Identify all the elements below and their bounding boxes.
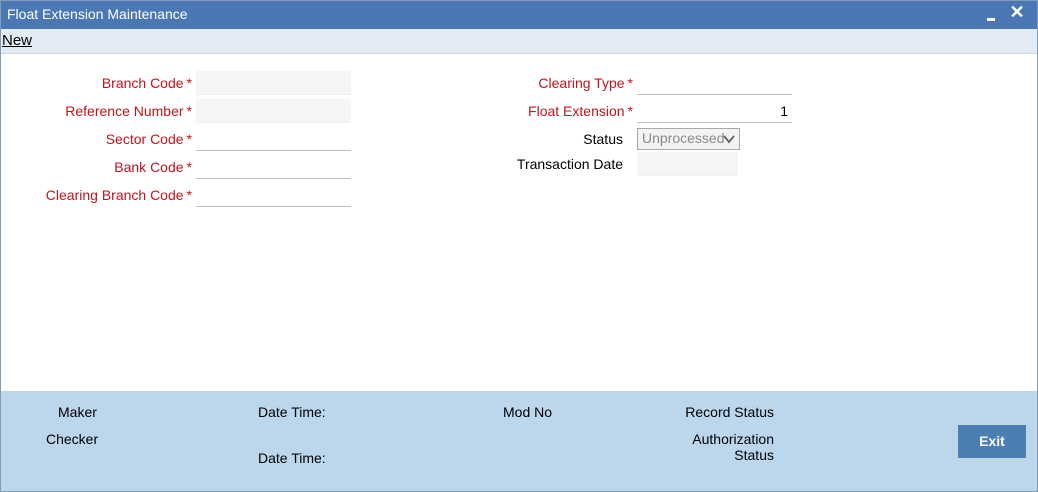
window-title: Float Extension Maintenance: [7, 6, 188, 22]
close-icon[interactable]: ✕: [1009, 2, 1025, 22]
sector-code-label-text: Sector Code: [105, 131, 184, 147]
float-extension-label: Float Extension *: [528, 103, 633, 119]
record-status-label: Record Status: [685, 404, 774, 420]
clearing-branch-code-field[interactable]: [196, 183, 351, 207]
status-select-value: Unprocessed: [642, 130, 725, 146]
transaction-date-field[interactable]: [637, 152, 738, 176]
mod-no-label: Mod No: [503, 404, 553, 420]
sector-code-label: Sector Code *: [106, 131, 192, 147]
sector-code-field[interactable]: [196, 127, 351, 151]
reference-number-field[interactable]: [196, 99, 351, 123]
checker-date-time-label: Date Time:: [258, 450, 326, 466]
clearing-branch-code-label-text: Clearing Branch Code: [45, 187, 184, 203]
required-marker: *: [627, 103, 633, 119]
authorization-status-label: Status: [734, 447, 774, 463]
branch-code-field[interactable]: [196, 71, 351, 95]
reference-number-label-text: Reference Number: [65, 103, 184, 119]
menu-bar: New: [1, 29, 1037, 54]
required-marker: *: [186, 75, 192, 91]
clearing-type-label-text: Clearing Type: [538, 75, 625, 91]
reference-number-label: Reference Number *: [65, 103, 192, 119]
new-link[interactable]: New: [2, 32, 32, 49]
clearing-branch-code-label: Clearing Branch Code *: [46, 187, 192, 203]
required-marker: *: [186, 103, 192, 119]
checker-label: Checker: [46, 431, 99, 447]
branch-code-label: Branch Code *: [102, 75, 192, 91]
clearing-type-label: Clearing Type *: [538, 75, 633, 91]
float-extension-window: Float Extension Maintenance ✕ New Branch…: [0, 0, 1038, 492]
transaction-date-label: Transaction Date: [516, 156, 623, 172]
required-marker: *: [186, 159, 192, 175]
authorization-label: Authorization: [692, 431, 774, 447]
required-marker: *: [186, 131, 192, 147]
clearing-type-field[interactable]: [637, 71, 792, 95]
float-extension-label-text: Float Extension: [528, 103, 625, 119]
exit-button[interactable]: Exit: [958, 425, 1026, 458]
status-select[interactable]: Unprocessed: [637, 128, 740, 150]
status-label: Status: [583, 131, 623, 147]
required-marker: *: [186, 187, 192, 203]
required-marker: *: [627, 75, 633, 91]
bank-code-label-text: Bank Code: [114, 159, 184, 175]
audit-footer: Maker Checker Date Time: Date Time: Mod …: [1, 391, 1037, 491]
maker-label: Maker: [58, 404, 97, 420]
bank-code-label: Bank Code *: [114, 159, 192, 175]
title-bar: Float Extension Maintenance ✕: [1, 1, 1037, 29]
bank-code-field[interactable]: [196, 155, 351, 179]
minimize-icon[interactable]: [985, 7, 999, 23]
float-extension-field[interactable]: [637, 99, 792, 123]
maker-date-time-label: Date Time:: [258, 404, 326, 420]
chevron-down-icon: [723, 135, 735, 144]
branch-code-label-text: Branch Code: [101, 75, 184, 91]
